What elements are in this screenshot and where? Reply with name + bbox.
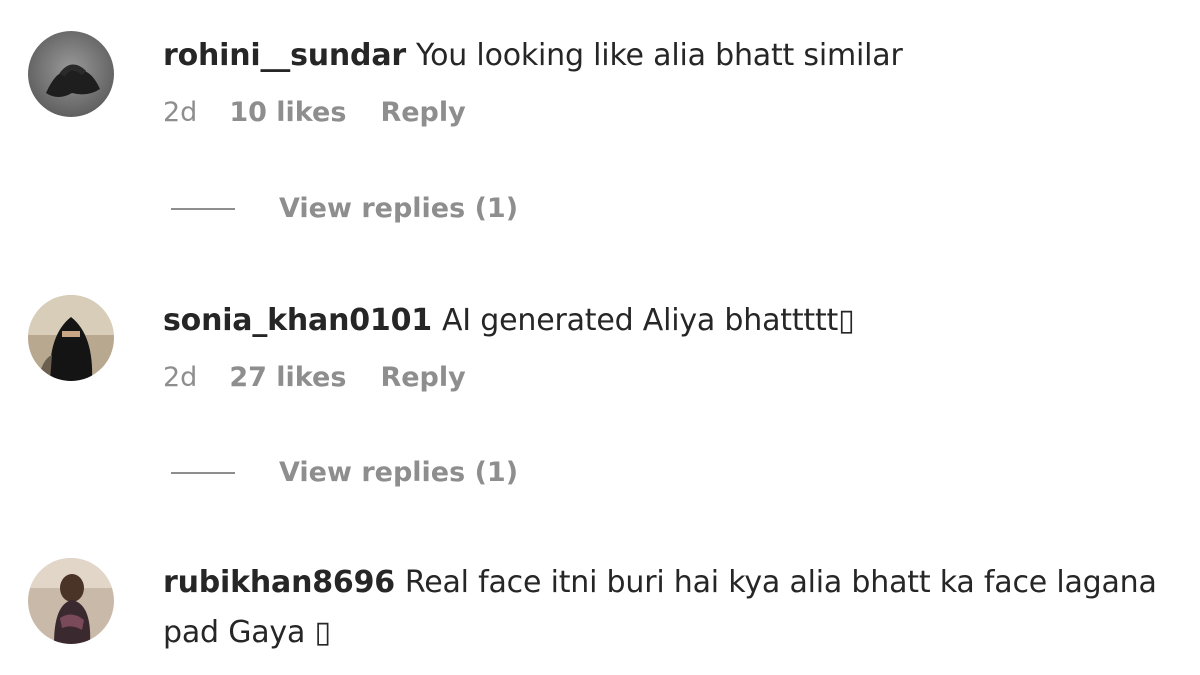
comment-username[interactable]: rohini__sundar (163, 38, 406, 73)
comment-text: You looking like alia bhatt similar (415, 38, 903, 73)
comment-username[interactable]: sonia_khan0101 (163, 303, 432, 338)
comment-meta: 2d 27 likes Reply (163, 360, 1160, 396)
comment-text-block: rohini__sundar You looking like alia bhat… (163, 31, 1160, 81)
user-avatar[interactable] (28, 31, 114, 117)
user-avatar[interactable] (28, 295, 114, 381)
comment-text-block: rubikhan8696 Real face itni buri hai kya … (163, 558, 1160, 658)
reply-button[interactable]: Reply (380, 360, 465, 396)
comment-text-block: sonia_khan0101 AI generated Aliya bhatttt… (163, 296, 1160, 346)
avatar-photo-icon (28, 558, 114, 644)
comment-username[interactable]: rubikhan8696 (163, 565, 395, 600)
view-replies-divider (171, 207, 235, 210)
comments-list: rohini__sundar You looking like alia bhat… (0, 0, 1200, 675)
comment-meta: 2d 10 likes Reply (163, 95, 1160, 131)
view-replies-divider (171, 471, 235, 474)
comment-text: AI generated Aliya bhattttt▯ (441, 303, 855, 338)
view-replies-button[interactable]: View replies (1) (171, 193, 518, 224)
comment-likes[interactable]: 27 likes (229, 360, 346, 396)
avatar-photo-icon (28, 295, 114, 381)
view-replies-button[interactable]: View replies (1) (171, 457, 518, 488)
view-replies-label: View replies (1) (279, 457, 519, 488)
comment-likes[interactable]: 10 likes (229, 95, 346, 131)
reply-button[interactable]: Reply (380, 95, 465, 131)
user-avatar[interactable] (28, 558, 114, 644)
comment-timestamp[interactable]: 2d (163, 360, 197, 396)
comment-timestamp[interactable]: 2d (163, 95, 197, 131)
avatar-photo-icon (28, 31, 114, 117)
view-replies-label: View replies (1) (279, 193, 519, 224)
